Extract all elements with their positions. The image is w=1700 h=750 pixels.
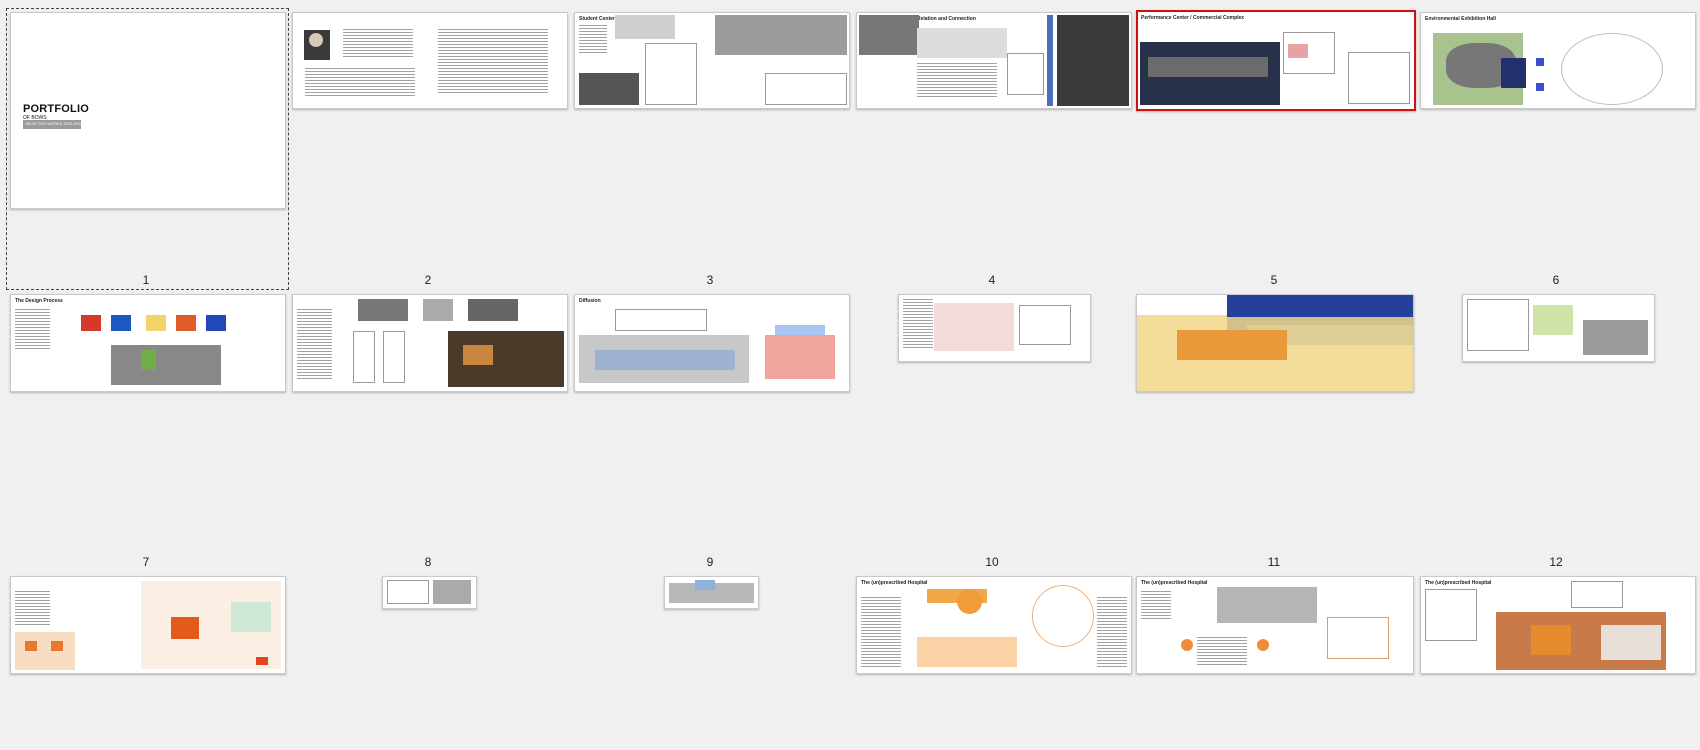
slide-sorter-grid: PORTFOLIO OF BOWS SELECTED WORKS 2013-20… xyxy=(0,0,1700,750)
slide-thumbnail-17[interactable]: The (un)prescribed Hospital xyxy=(1136,576,1414,674)
slide-title: Relation and Connection xyxy=(917,16,976,22)
slide-number-7: 7 xyxy=(142,555,150,569)
slide-number-3: 3 xyxy=(706,273,714,287)
slide-title: Performance Center / Commercial Complex xyxy=(1141,15,1245,21)
slide-thumbnail-7[interactable]: The Design Process xyxy=(10,294,286,392)
cover-tag: SELECTED WORKS 2013-2016 xyxy=(23,120,83,129)
slide-thumbnail-6[interactable]: Environmental Exhibition Hall xyxy=(1420,12,1696,109)
slide-number-4: 4 xyxy=(988,273,996,287)
slide-thumbnail-8[interactable] xyxy=(292,294,568,392)
slide-number-5: 5 xyxy=(1270,273,1278,287)
slide-title: Environmental Exhibition Hall xyxy=(1425,16,1496,22)
slide-number-10: 10 xyxy=(985,555,999,569)
slide-thumbnail-12[interactable] xyxy=(1462,294,1655,362)
slide-number-11: 11 xyxy=(1267,555,1281,569)
slide-thumbnail-13[interactable] xyxy=(10,576,286,674)
slide-thumbnail-11[interactable] xyxy=(1136,294,1414,392)
slide-thumbnail-15[interactable] xyxy=(664,576,759,609)
cover-title: PORTFOLIO xyxy=(23,103,89,115)
slide-number-2: 2 xyxy=(424,273,432,287)
slide-thumbnail-1[interactable]: PORTFOLIO OF BOWS SELECTED WORKS 2013-20… xyxy=(10,12,286,209)
slide-thumbnail-4[interactable]: Relation and Connection xyxy=(856,12,1132,109)
slide-title: The (un)prescribed Hospital xyxy=(1425,580,1492,586)
slide-number-1: 1 xyxy=(142,273,150,287)
slide-thumbnail-16[interactable]: The (un)prescribed Hospital xyxy=(856,576,1132,674)
slide-number-12: 12 xyxy=(1549,555,1563,569)
slide-title: The Design Process xyxy=(15,298,63,304)
slide-thumbnail-3[interactable]: Student Center xyxy=(574,12,850,109)
slide-number-9: 9 xyxy=(706,555,714,569)
slide-title: Diffusion xyxy=(579,298,601,304)
slide-title: Student Center xyxy=(579,16,615,22)
slide-thumbnail-14[interactable] xyxy=(382,576,477,609)
slide-thumbnail-10[interactable] xyxy=(898,294,1091,362)
slide-thumbnail-18[interactable]: The (un)prescribed Hospital xyxy=(1420,576,1696,674)
slide-title: The (un)prescribed Hospital xyxy=(861,580,928,586)
slide-thumbnail-2[interactable] xyxy=(292,12,568,109)
slide-thumbnail-5[interactable]: Performance Center / Commercial Complex xyxy=(1136,10,1416,111)
slide-number-6: 6 xyxy=(1552,273,1560,287)
slide-number-8: 8 xyxy=(424,555,432,569)
slide-title: The (un)prescribed Hospital xyxy=(1141,580,1208,586)
slide-thumbnail-9[interactable]: Diffusion xyxy=(574,294,850,392)
